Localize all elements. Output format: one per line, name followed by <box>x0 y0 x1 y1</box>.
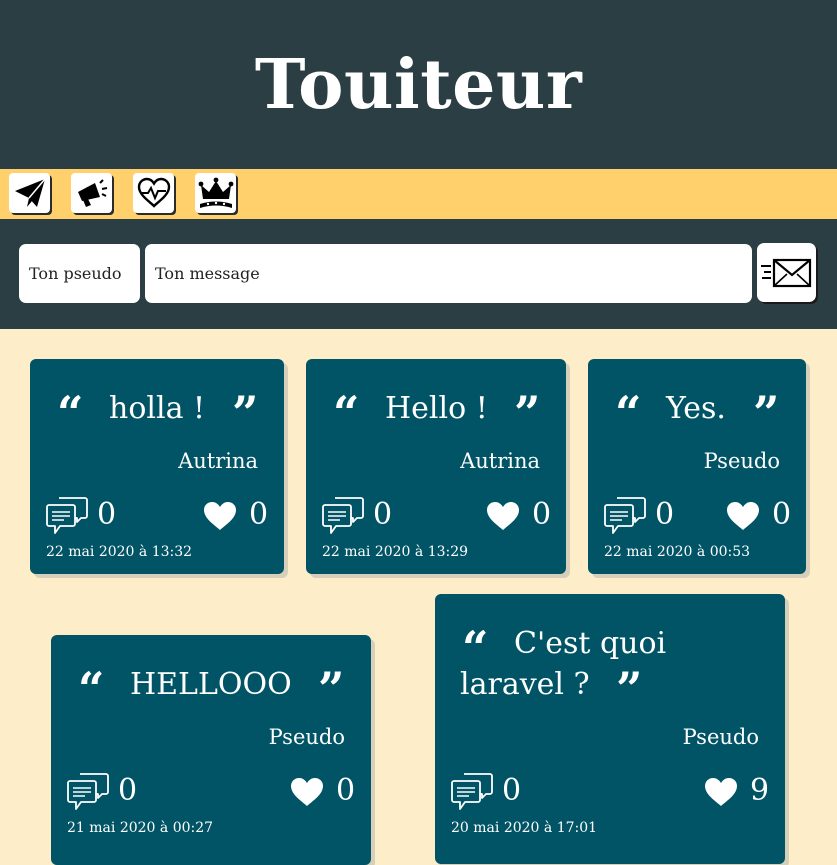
touite-card: “ Yes. ” Pseudo 0 0 22 mai 2020 à 00:53 <box>588 359 806 574</box>
comment-icon[interactable] <box>451 772 493 812</box>
touite-message-line2: laravel ? <box>460 667 590 702</box>
comment-icon[interactable] <box>46 496 88 536</box>
heart-icon[interactable] <box>202 501 238 531</box>
touite-card: “ C'est quoi laravel ? ” Pseudo 0 9 20 m… <box>435 594 785 864</box>
touite-card: “ Hello ! ” Autrina 0 0 22 mai 2020 à 13… <box>306 359 566 574</box>
nav-top-button[interactable] <box>195 173 236 213</box>
touite-card: “ holla ! ” Autrina 0 0 22 mai 2020 à 13… <box>30 359 284 574</box>
open-quote-icon: “ <box>57 386 84 440</box>
close-quote-icon: ” <box>514 386 541 440</box>
touite-author: Autrina <box>178 449 258 473</box>
message-input[interactable] <box>145 244 752 303</box>
nav-popular-button[interactable] <box>133 173 174 213</box>
open-quote-icon: “ <box>78 662 105 716</box>
like-count: 0 <box>532 497 552 532</box>
heart-icon[interactable] <box>289 777 325 807</box>
close-quote-icon: ” <box>616 662 643 716</box>
header: Touiteur <box>0 0 837 169</box>
like-count: 0 <box>249 497 269 532</box>
touite-form <box>0 219 837 329</box>
comment-icon[interactable] <box>604 496 646 536</box>
touite-author: Pseudo <box>682 725 759 749</box>
comment-icon[interactable] <box>67 772 109 812</box>
comment-count: 0 <box>97 497 117 532</box>
nav-announce-button[interactable] <box>71 173 112 213</box>
megaphone-icon <box>77 179 107 207</box>
open-quote-icon: “ <box>333 386 360 440</box>
like-count: 0 <box>336 773 356 808</box>
touite-date: 22 mai 2020 à 13:32 <box>46 544 193 560</box>
heart-icon[interactable] <box>703 777 739 807</box>
touite-card: “ HELLOOO ” Pseudo 0 0 21 mai 2020 à 00:… <box>51 635 371 865</box>
comment-count: 0 <box>118 773 138 808</box>
heart-icon[interactable] <box>725 501 761 531</box>
nav-send-button[interactable] <box>9 173 50 213</box>
close-quote-icon: ” <box>753 386 780 440</box>
app-title: Touiteur <box>254 44 583 125</box>
comment-count: 0 <box>655 497 675 532</box>
touite-date: 21 mai 2020 à 00:27 <box>67 820 214 836</box>
like-count: 9 <box>750 773 770 808</box>
like-count: 0 <box>772 497 792 532</box>
pseudo-input[interactable] <box>19 244 140 303</box>
comment-icon[interactable] <box>322 496 364 536</box>
touite-date: 22 mai 2020 à 13:29 <box>322 544 469 560</box>
open-quote-icon: “ <box>615 386 642 440</box>
crown-icon <box>198 177 233 208</box>
touite-author: Autrina <box>460 449 540 473</box>
heartbeat-icon <box>137 177 170 208</box>
close-quote-icon: ” <box>232 386 259 440</box>
nav-bar <box>0 169 837 219</box>
comment-count: 0 <box>373 497 393 532</box>
touite-message: HELLOOO <box>130 667 292 702</box>
comment-count: 0 <box>502 773 522 808</box>
touite-date: 22 mai 2020 à 00:53 <box>604 544 751 560</box>
touite-message: holla ! <box>109 391 206 426</box>
touite-message: Yes. <box>666 391 726 426</box>
paper-plane-icon <box>14 178 46 207</box>
touite-date: 20 mai 2020 à 17:01 <box>451 820 598 836</box>
touite-message: Hello ! <box>385 391 488 426</box>
envelope-send-icon <box>760 258 811 287</box>
send-button[interactable] <box>757 243 816 302</box>
touite-author: Pseudo <box>703 449 780 473</box>
touite-message-line1: C'est quoi <box>514 626 667 661</box>
heart-icon[interactable] <box>485 501 521 531</box>
touite-author: Pseudo <box>268 725 345 749</box>
close-quote-icon: ” <box>318 662 345 716</box>
